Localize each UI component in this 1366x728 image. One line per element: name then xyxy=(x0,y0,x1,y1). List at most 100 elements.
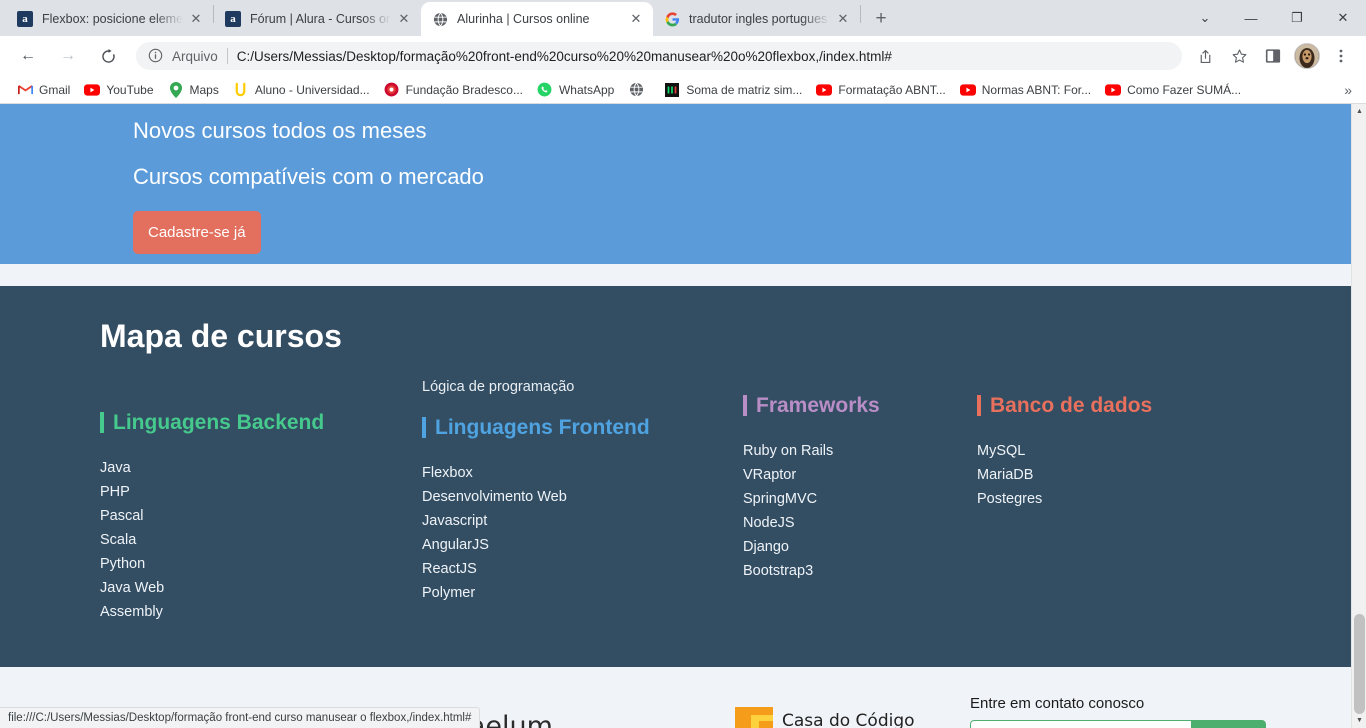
list-item: Assembly xyxy=(100,603,422,622)
alura-icon: a xyxy=(17,11,33,27)
course-link[interactable]: NodeJS xyxy=(743,515,795,531)
share-icon[interactable] xyxy=(1191,42,1219,70)
bookmark-como-fazer-sumario[interactable]: Como Fazer SUMÁ... xyxy=(1098,79,1248,101)
list-item: MySQL xyxy=(977,442,1217,461)
casa-do-codigo-logo: Casa do Código Livros e Tecnologia xyxy=(735,707,960,728)
course-link[interactable]: ReactJS xyxy=(422,561,477,577)
browser-tab-4[interactable]: tradutor ingles portugues - Pesq ✕ xyxy=(653,2,860,36)
tab-title: tradutor ingles portugues - Pesq xyxy=(689,12,830,26)
course-link[interactable]: Python xyxy=(100,556,145,572)
course-link[interactable]: VRaptor xyxy=(743,467,796,483)
close-icon[interactable]: ✕ xyxy=(834,10,852,28)
course-columns: Linguagens Backend Java PHP Pascal Scala… xyxy=(0,361,1351,627)
course-link[interactable]: Bootstrap3 xyxy=(743,563,813,579)
course-link[interactable]: MySQL xyxy=(977,443,1025,459)
course-link[interactable]: Scala xyxy=(100,532,136,548)
minimize-icon[interactable]: — xyxy=(1228,2,1274,34)
back-icon[interactable]: ← xyxy=(13,41,43,71)
list-item: Python xyxy=(100,555,422,574)
list-item: Desenvolvimento Web xyxy=(422,488,743,507)
list-item: Ruby on Rails xyxy=(743,442,977,461)
reload-icon[interactable] xyxy=(93,41,123,71)
course-link[interactable]: Desenvolvimento Web xyxy=(422,489,567,505)
window-close-icon[interactable]: ✕ xyxy=(1320,2,1366,34)
column-heading: Linguagens Frontend xyxy=(422,416,743,439)
bookmark-maps[interactable]: Maps xyxy=(161,79,226,101)
close-icon[interactable]: ✕ xyxy=(627,10,645,28)
browser-tab-1[interactable]: a Flexbox: posicione elementos na ✕ xyxy=(6,2,213,36)
course-link[interactable]: Django xyxy=(743,539,789,555)
logica-de-programacao-item[interactable]: Lógica de programação xyxy=(422,379,743,395)
course-list: MySQL MariaDB Postegres xyxy=(977,442,1217,509)
course-link[interactable]: AngularJS xyxy=(422,537,489,553)
bookmark-label: Soma de matriz sim... xyxy=(686,82,803,97)
course-link[interactable]: PHP xyxy=(100,484,130,500)
bookmark-aluno-universidade[interactable]: Aluno - Universidad... xyxy=(226,79,377,101)
web-page: Novos cursos todos os meses Cursos compa… xyxy=(0,104,1351,728)
course-link[interactable]: Polymer xyxy=(422,585,475,601)
course-list: Flexbox Desenvolvimento Web Javascript A… xyxy=(422,464,743,603)
course-link[interactable]: Postegres xyxy=(977,491,1042,507)
casa-do-codigo-text: Casa do Código Livros e Tecnologia xyxy=(782,712,915,728)
list-item: ReactJS xyxy=(422,560,743,579)
scrollbar-thumb[interactable] xyxy=(1354,614,1365,714)
browser-tab-2[interactable]: a Fórum | Alura - Cursos online de ✕ xyxy=(214,2,421,36)
bookmark-formatacao-abnt[interactable]: Formatação ABNT... xyxy=(809,79,952,101)
list-item: Scala xyxy=(100,531,422,550)
course-link[interactable]: Javascript xyxy=(422,513,487,529)
browser-tab-3-active[interactable]: Alurinha | Cursos online ✕ xyxy=(421,2,653,36)
cadastre-se-button[interactable]: Cadastre-se já xyxy=(133,211,261,254)
enviar-button[interactable]: Enviar xyxy=(1191,720,1267,728)
bookmark-soma-matriz[interactable]: Soma de matriz sim... xyxy=(657,79,809,101)
casa-do-codigo-mark-icon xyxy=(735,707,773,728)
tab-title: Fórum | Alura - Cursos online de xyxy=(250,12,391,26)
bookmark-normas-abnt[interactable]: Normas ABNT: For... xyxy=(953,79,1098,101)
scroll-up-icon[interactable]: ▲ xyxy=(1352,104,1366,119)
column-linguagens-backend: Linguagens Backend Java PHP Pascal Scala… xyxy=(100,379,422,627)
course-link[interactable]: Ruby on Rails xyxy=(743,443,833,459)
profile-avatar[interactable] xyxy=(1294,43,1320,69)
forward-icon[interactable]: → xyxy=(53,41,83,71)
list-item: Java xyxy=(100,459,422,478)
tab-title: Flexbox: posicione elementos na xyxy=(42,12,183,26)
page-scrollbar[interactable]: ▲ ▼ xyxy=(1351,104,1366,728)
sidepanel-icon[interactable] xyxy=(1259,42,1287,70)
course-link[interactable]: Java xyxy=(100,460,131,476)
bookmark-label: Fundação Bradesco... xyxy=(405,82,523,97)
star-icon[interactable] xyxy=(1225,42,1253,70)
matrix-icon xyxy=(664,82,680,98)
course-link[interactable]: Pascal xyxy=(100,508,144,524)
url-text: C:/Users/Messias/Desktop/formação%20fron… xyxy=(236,48,892,64)
bradesco-icon xyxy=(384,82,400,98)
youtube-icon xyxy=(1105,82,1122,98)
tab-divider xyxy=(860,5,861,23)
course-link[interactable]: Flexbox xyxy=(422,465,473,481)
tab-search-icon[interactable]: ⌄ xyxy=(1182,2,1228,34)
contact-form: Enviar xyxy=(970,720,1267,728)
bookmark-youtube[interactable]: YouTube xyxy=(77,79,160,101)
course-link[interactable]: SpringMVC xyxy=(743,491,817,507)
column-frameworks: Frameworks Ruby on Rails VRaptor SpringM… xyxy=(743,379,977,627)
maximize-icon[interactable]: ❐ xyxy=(1274,2,1320,34)
list-item: Polymer xyxy=(422,584,743,603)
scroll-down-icon[interactable]: ▼ xyxy=(1352,713,1366,728)
contact-email-input[interactable] xyxy=(970,720,1191,728)
course-link[interactable]: Assembly xyxy=(100,604,163,620)
address-bar[interactable]: Arquivo C:/Users/Messias/Desktop/formaçã… xyxy=(136,42,1182,70)
bookmark-globe[interactable] xyxy=(621,79,657,101)
bookmarks-overflow-icon[interactable]: » xyxy=(1338,80,1358,100)
close-icon[interactable]: ✕ xyxy=(187,10,205,28)
new-tab-button[interactable]: + xyxy=(867,5,895,33)
list-item: PHP xyxy=(100,483,422,502)
close-icon[interactable]: ✕ xyxy=(395,10,413,28)
bookmark-whatsapp[interactable]: WhatsApp xyxy=(530,79,621,101)
youtube-icon xyxy=(84,82,101,98)
bookmark-gmail[interactable]: Gmail xyxy=(10,79,77,101)
bookmark-fundacao-bradesco[interactable]: Fundação Bradesco... xyxy=(377,79,530,101)
kebab-menu-icon[interactable] xyxy=(1327,42,1355,70)
list-item: VRaptor xyxy=(743,466,977,485)
list-item: NodeJS xyxy=(743,514,977,533)
course-link[interactable]: MariaDB xyxy=(977,467,1033,483)
list-item: Flexbox xyxy=(422,464,743,483)
course-link[interactable]: Java Web xyxy=(100,580,164,596)
